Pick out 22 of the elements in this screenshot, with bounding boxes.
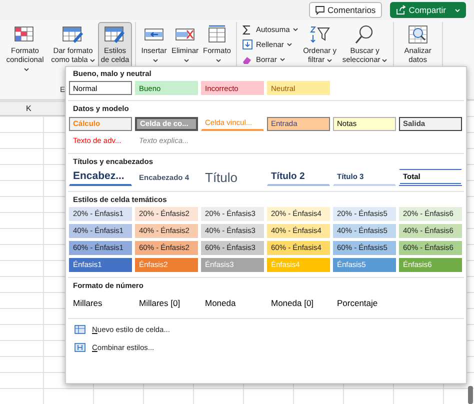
cell-style-option[interactable]: Porcentaje <box>333 293 396 314</box>
caret-icon <box>455 8 460 12</box>
sort-filter-icon <box>308 24 332 44</box>
cell-style-option[interactable]: Moneda [0] <box>267 293 330 314</box>
cell-style-option[interactable]: Encabez... <box>69 168 132 186</box>
comments-button[interactable]: Comentarios <box>308 2 382 18</box>
share-icon <box>396 5 406 15</box>
new-style-icon <box>74 324 86 336</box>
sum-icon <box>242 24 253 35</box>
scrollbar-thumb[interactable] <box>468 386 473 404</box>
comment-icon <box>314 5 324 15</box>
analyze-data-icon <box>406 24 430 44</box>
cell-style-option[interactable]: Título <box>201 168 264 186</box>
fill-down-icon <box>242 39 253 50</box>
share-button[interactable]: Compartir <box>390 2 466 18</box>
table-brush-icon <box>61 24 85 44</box>
cell-style-option[interactable]: Título 2 <box>267 168 330 186</box>
cell-style-option[interactable]: Millares [0] <box>135 293 198 314</box>
cell-style-option[interactable]: Moneda <box>201 293 264 314</box>
merge-styles-icon <box>74 342 86 353</box>
cell-style-option[interactable]: Millares <box>69 293 132 314</box>
cell-brush-icon <box>103 24 127 44</box>
